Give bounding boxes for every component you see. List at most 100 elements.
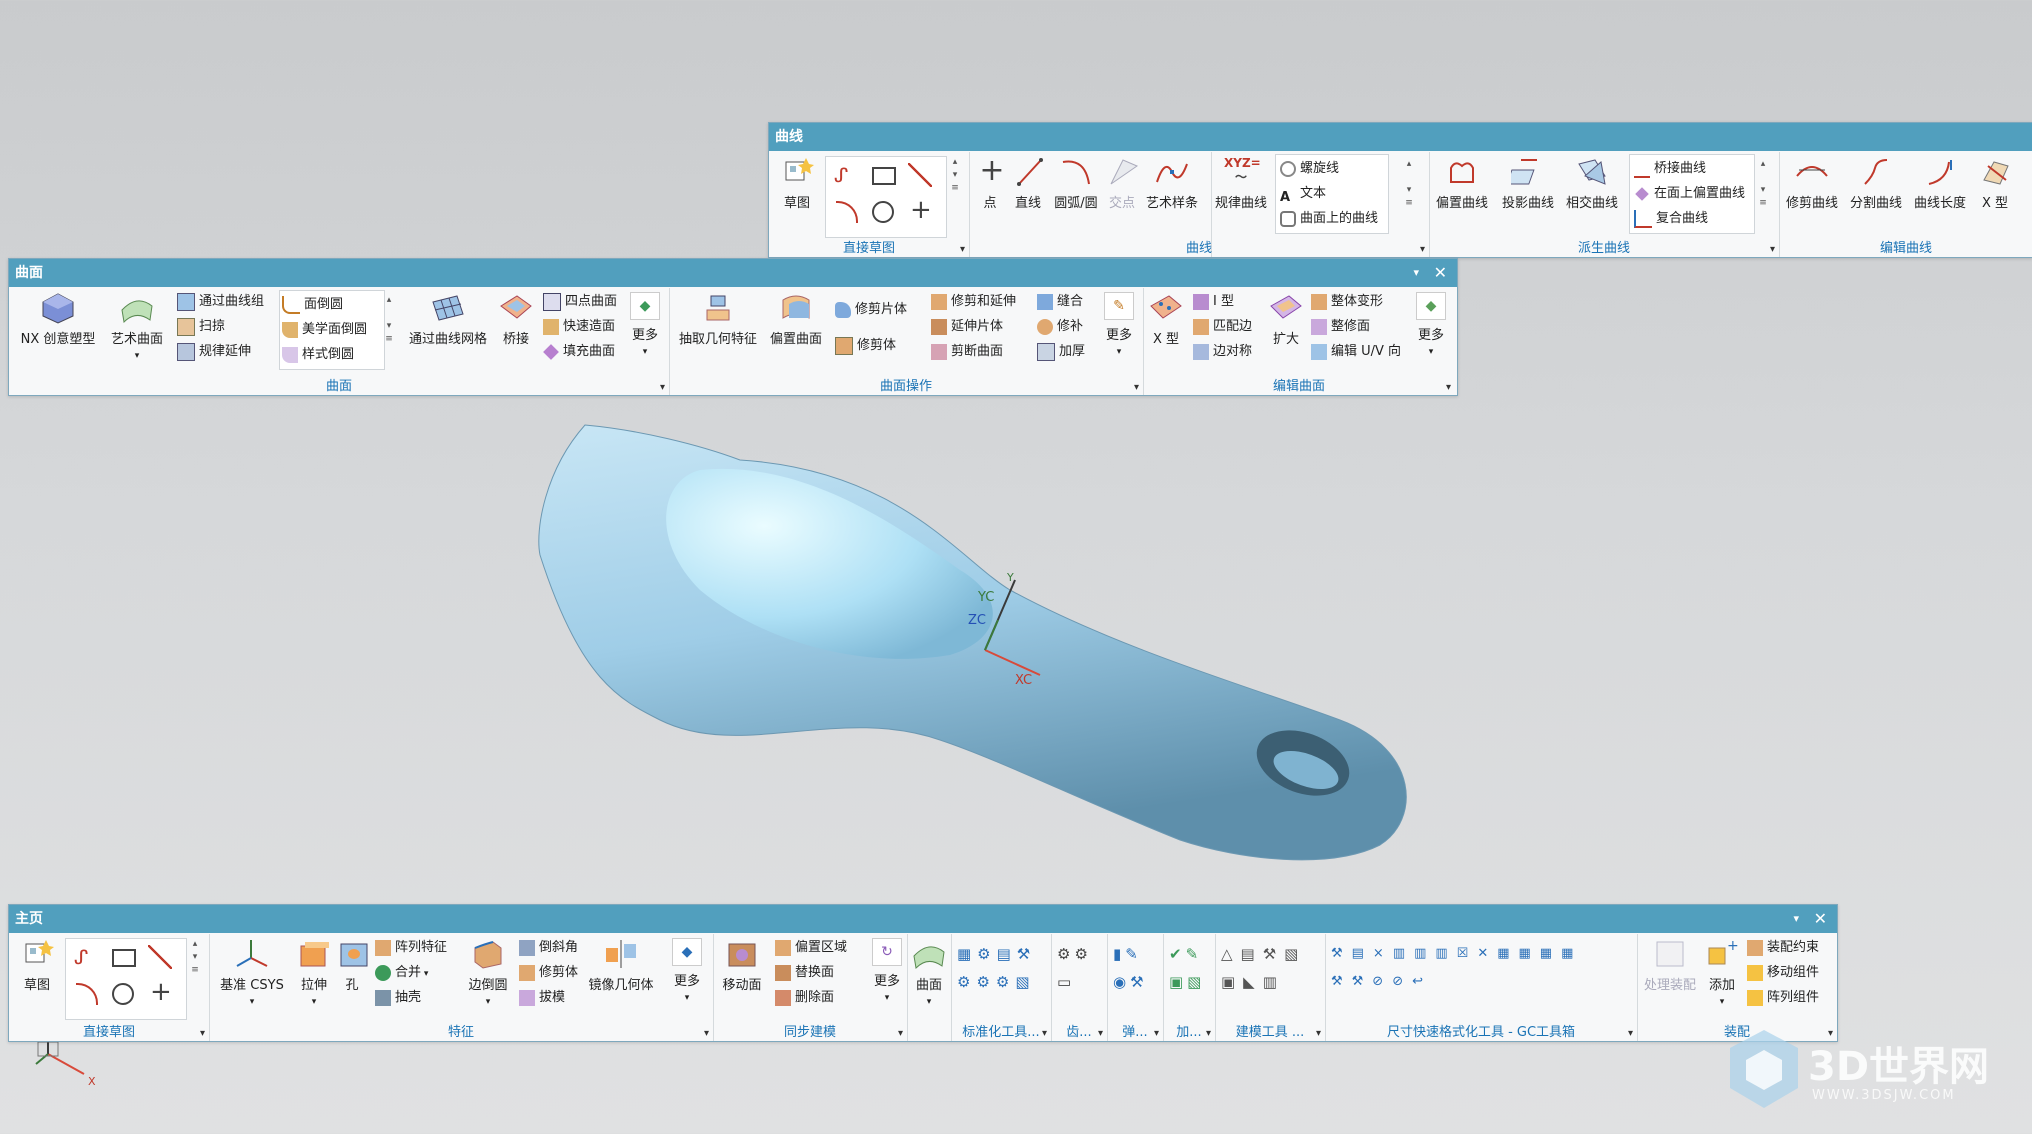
patch-button[interactable]: 修补 — [1037, 315, 1083, 339]
gear-icons[interactable]: ⚙⚙ ▭ — [1057, 940, 1092, 996]
ribbon-menu-icon[interactable]: ▾ — [1413, 259, 1419, 287]
curve-sketch-group-dropdown[interactable]: ▾ — [960, 244, 965, 255]
offset-region-button[interactable]: 偏置区域 — [775, 936, 847, 960]
trim-curve-button[interactable]: 修剪曲线 — [1783, 156, 1841, 211]
replace-face-button[interactable]: 替换面 — [775, 961, 834, 985]
sketch-gallery-scroll[interactable]: ▴ ▾ ≡ — [949, 156, 961, 195]
standardization-icons[interactable]: ▦⚙▤⚒ ⚙⚙⚙▧ — [957, 940, 1045, 996]
trim-and-extend-button[interactable]: 修剪和延伸 — [931, 290, 1016, 314]
spring-icons[interactable]: ▮✎ ◉⚒ — [1113, 940, 1148, 996]
point-plus-icon[interactable]: + — [910, 195, 932, 225]
global-shaping-button[interactable]: 整体变形 — [1311, 290, 1383, 314]
curve-length-button[interactable]: 曲线长度 — [1911, 156, 1969, 211]
composite-curve-button[interactable]: 复合曲线 — [1634, 207, 1708, 231]
home-sketch-gallery-scroll[interactable]: ▴ ▾ ≡ — [189, 938, 201, 977]
helix-button[interactable]: 螺旋线 — [1280, 157, 1339, 181]
edge-symmetry-button[interactable]: 边对称 — [1193, 340, 1252, 364]
gear-group-dropdown[interactable]: ▾ — [1098, 1028, 1103, 1039]
home-sketch-button[interactable]: 草图 — [17, 938, 57, 993]
fill-surface-button[interactable]: 填充曲面 — [543, 340, 615, 364]
four-point-surface-button[interactable]: 四点曲面 — [543, 290, 617, 314]
intersection-curve-button[interactable]: 相交曲线 — [1563, 156, 1621, 211]
sew-button[interactable]: 缝合 — [1037, 290, 1083, 314]
pattern-component-button[interactable]: 阵列组件 — [1747, 986, 1819, 1010]
add-icons[interactable]: ✔✎ ▣▧ — [1169, 940, 1205, 996]
derived-list-scroll[interactable]: ▴ ▾ ≡ — [1757, 158, 1769, 210]
x-form-curve-button[interactable]: X 型 — [1975, 156, 2015, 211]
edit-uv-direction-button[interactable]: 编辑 U/V 向 — [1311, 340, 1401, 364]
bridge-surface-button[interactable]: 桥接 — [499, 292, 533, 347]
surface-ribbon-title[interactable]: 曲面 ▾ ✕ — [9, 259, 1457, 287]
home-ribbon-title[interactable]: 主页 ▾ ✕ — [9, 905, 1837, 933]
unite-button[interactable]: 合并 ▾ — [375, 961, 428, 985]
point-button[interactable]: + 点 — [975, 156, 1005, 212]
pattern-feature-button[interactable]: 阵列特征 — [375, 936, 447, 960]
text-button[interactable]: A 文本 — [1280, 182, 1326, 206]
arc-icon[interactable] — [836, 201, 858, 223]
modeling-group-dropdown[interactable]: ▾ — [1316, 1028, 1321, 1039]
sketch-button[interactable]: 草图 — [777, 156, 817, 211]
add-group-dropdown[interactable]: ▾ — [1206, 1028, 1211, 1039]
profile-icon[interactable]: ᔑ — [74, 945, 88, 969]
matching-edge-button[interactable]: 匹配边 — [1193, 315, 1252, 339]
mirror-geometry-button[interactable]: 镜像几何体 — [585, 938, 657, 993]
curve-list-scroll[interactable]: ▴ ▾ ≡ — [1403, 158, 1415, 210]
gc-group-dropdown[interactable]: ▾ — [1628, 1028, 1633, 1039]
blend-gallery-scroll[interactable]: ▴ ▾ ≡ — [383, 294, 395, 346]
ribbon-menu-icon[interactable]: ▾ — [1793, 905, 1799, 933]
feature-more-button[interactable]: ◆ 更多 ▾ — [671, 938, 703, 1004]
surface-group-dropdown[interactable]: ▾ — [660, 382, 665, 393]
move-component-button[interactable]: 移动组件 — [1747, 961, 1819, 985]
offset-curve-button[interactable]: 偏置曲线 — [1433, 156, 1491, 211]
intersection-point-button[interactable]: 交点 — [1107, 156, 1139, 211]
thicken-button[interactable]: 加厚 — [1037, 340, 1085, 364]
law-extension-button[interactable]: 规律延伸 — [177, 340, 251, 364]
aesthetic-face-blend-button[interactable]: 美学面倒圆 — [282, 318, 367, 342]
delete-face-button[interactable]: 删除面 — [775, 986, 834, 1010]
assembly-constraints-button[interactable]: 装配约束 — [1747, 936, 1819, 960]
projected-curve-button[interactable]: 投影曲线 — [1499, 156, 1557, 211]
line-icon[interactable] — [908, 163, 932, 187]
derived-group-dropdown[interactable]: ▾ — [1770, 244, 1775, 255]
face-blend-button[interactable]: 面倒圆 — [282, 293, 343, 317]
swept-button[interactable]: 扫掠 — [177, 315, 225, 339]
surface-op-group-dropdown[interactable]: ▾ — [1134, 382, 1139, 393]
bridge-curve-button[interactable]: 桥接曲线 — [1634, 157, 1706, 181]
sync-more-button[interactable]: ↻ 更多 ▾ — [871, 938, 903, 1004]
move-face-button[interactable]: 移动面 — [719, 938, 765, 993]
styled-blend-button[interactable]: 样式倒圆 — [282, 343, 354, 367]
studio-surface-button[interactable]: 艺术曲面 ▾ — [107, 292, 167, 362]
through-curves-button[interactable]: 通过曲线组 — [177, 290, 264, 314]
chamfer-button[interactable]: 倒斜角 — [519, 936, 578, 960]
curve-on-surface-button[interactable]: 曲面上的曲线 — [1280, 207, 1378, 231]
sync-group-dropdown[interactable]: ▾ — [898, 1028, 903, 1039]
add-component-button[interactable]: + 添加 ▾ — [1705, 938, 1739, 1008]
trim-body-button[interactable]: 修剪体 — [835, 334, 896, 358]
arc-circle-button[interactable]: 圆弧/圆 — [1051, 156, 1101, 211]
line-button[interactable]: 直线 — [1013, 156, 1043, 211]
shell-button[interactable]: 抽壳 — [375, 986, 421, 1010]
home-surface-button[interactable]: 曲面 ▾ — [911, 938, 947, 1008]
point-plus-icon[interactable]: + — [150, 977, 172, 1007]
offset-surface-button[interactable]: 偏置曲面 — [767, 292, 825, 347]
datum-csys-button[interactable]: 基准 CSYS ▾ — [219, 938, 285, 1008]
i-form-button[interactable]: I 型 — [1193, 290, 1234, 314]
hole-button[interactable]: 孔 — [337, 938, 368, 993]
extract-geometry-button[interactable]: 抽取几何特征 — [675, 292, 761, 347]
extrude-button[interactable]: 拉伸 ▾ — [297, 938, 331, 1008]
close-icon[interactable]: ✕ — [1434, 259, 1447, 287]
curve-ribbon-title[interactable]: 曲线 — [769, 123, 2032, 151]
feature-group-dropdown[interactable]: ▾ — [704, 1028, 709, 1039]
edge-blend-button[interactable]: 边倒圆 ▾ — [465, 938, 511, 1008]
trimmed-sheet-button[interactable]: 修剪片体 — [835, 298, 907, 322]
home-trim-body-button[interactable]: 修剪体 — [519, 961, 578, 985]
modeling-tool-icons[interactable]: △▤⚒▧ ▣◣▥ — [1221, 940, 1306, 996]
enlarge-button[interactable]: 扩大 — [1269, 292, 1303, 347]
studio-surface-dropdown[interactable]: ▾ — [135, 351, 140, 361]
arc-icon[interactable] — [76, 983, 98, 1005]
surface-more-button[interactable]: ◆ 更多 ▾ — [629, 292, 661, 358]
circle-icon[interactable] — [112, 983, 134, 1005]
close-icon[interactable]: ✕ — [1814, 905, 1827, 933]
divide-curve-button[interactable]: 分割曲线 — [1847, 156, 1905, 211]
divide-face-button[interactable]: 剪断曲面 — [931, 340, 1003, 364]
